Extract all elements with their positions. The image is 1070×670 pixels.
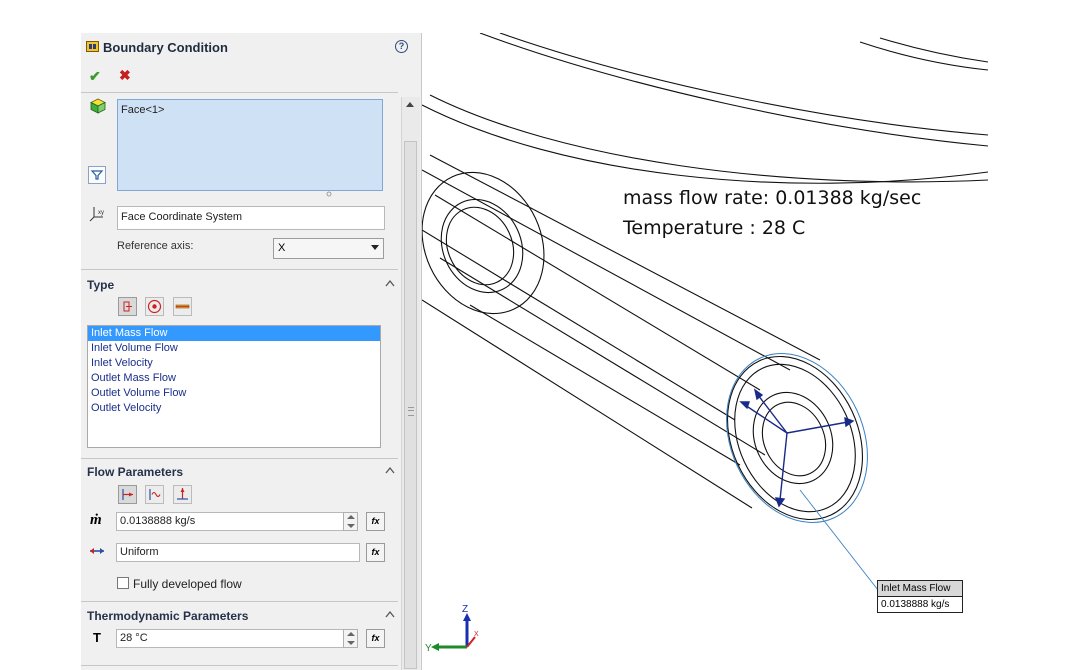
coordinate-system-field[interactable]: Face Coordinate System [117, 206, 385, 230]
thermodynamic-title: Thermodynamic Parameters [87, 609, 249, 623]
triad-x-label: X [474, 631, 479, 638]
triad-z-label: Z [462, 604, 468, 615]
panel-scrollbar[interactable] [401, 97, 420, 670]
divider [81, 601, 398, 602]
ok-button[interactable]: ✔ [89, 68, 101, 85]
list-item[interactable]: Inlet Mass Flow [88, 326, 380, 341]
grip-icon [408, 407, 414, 416]
wall-button[interactable] [173, 297, 192, 316]
triad-y-label: Y [425, 643, 432, 654]
help-icon[interactable]: ? [395, 40, 408, 53]
flow-profile-field[interactable]: Uniform [116, 543, 360, 562]
graphics-viewport[interactable]: Z Y X [422, 33, 1070, 670]
mass-flow-symbol: ṁ [90, 512, 102, 528]
reference-axis-label: Reference axis: [117, 240, 194, 252]
flow-openings-button[interactable] [118, 297, 137, 316]
cancel-button[interactable]: ✖ [119, 67, 131, 84]
callout-title: Inlet Mass Flow [878, 581, 962, 597]
svg-text:xy: xy [98, 210, 104, 216]
mass-flow-spinner[interactable] [343, 512, 358, 531]
divider [81, 269, 398, 270]
flow-profile-icon [90, 548, 104, 554]
mass-flow-input[interactable]: 0.0138888 kg/s [116, 512, 344, 531]
chevron-down-icon [371, 245, 379, 250]
property-manager-panel: Boundary Condition ? ✔ ✖ Face<1> xy Face… [81, 33, 422, 670]
panel-title: Boundary Condition [103, 40, 228, 55]
flow-opening-icon [123, 301, 132, 312]
type-section-title: Type [87, 278, 115, 292]
boundary-condition-icon [86, 41, 99, 52]
collapse-thermo-icon[interactable] [385, 610, 395, 618]
list-item[interactable]: Outlet Velocity [88, 401, 380, 416]
vector-direction-button[interactable] [173, 485, 192, 504]
mass-flow-annotation: mass flow rate: 0.01388 kg/sec [623, 187, 922, 209]
filter-button[interactable] [88, 166, 106, 184]
boundary-type-list[interactable]: Inlet Mass Flow Inlet Volume Flow Inlet … [87, 325, 381, 448]
face-selection-icon [90, 98, 106, 114]
fully-developed-label: Fully developed flow [133, 577, 242, 591]
reference-axis-select[interactable]: X [273, 238, 384, 259]
divider [81, 665, 398, 666]
fully-developed-checkbox[interactable] [117, 577, 129, 589]
normal-to-face-icon [122, 489, 133, 500]
divider [81, 92, 398, 93]
divider [81, 458, 398, 459]
list-item[interactable]: Outlet Volume Flow [88, 386, 380, 401]
list-item[interactable]: Outlet Mass Flow [88, 371, 380, 386]
temperature-fx-button[interactable]: fx [366, 629, 385, 648]
wall-icon [175, 304, 190, 309]
inlet-mass-flow-callout[interactable]: Inlet Mass Flow 0.0138888 kg/s [877, 580, 963, 613]
swirl-button[interactable] [145, 485, 164, 504]
pressure-opening-icon [147, 299, 162, 314]
list-item[interactable]: Inlet Velocity [88, 356, 380, 371]
temperature-spinner[interactable] [343, 629, 358, 648]
scroll-up-icon[interactable] [406, 102, 414, 107]
scroll-thumb[interactable] [404, 141, 417, 669]
temperature-input[interactable]: 28 °C [116, 629, 344, 648]
pressure-openings-button[interactable] [145, 297, 164, 316]
selected-faces-list[interactable]: Face<1> [117, 99, 383, 191]
mass-flow-fx-button[interactable]: fx [366, 512, 385, 531]
collapse-flow-icon[interactable] [385, 466, 395, 474]
collapse-type-icon[interactable] [385, 279, 395, 287]
resize-handle[interactable] [326, 191, 332, 197]
view-triad[interactable]: Z Y X [425, 603, 485, 663]
profile-fx-button[interactable]: fx [366, 543, 385, 562]
coordinate-system-icon: xy [89, 207, 104, 222]
flow-parameters-title: Flow Parameters [87, 465, 184, 479]
reference-axis-value: X [278, 242, 286, 254]
temperature-annotation: Temperature : 28 C [623, 217, 806, 239]
vector-direction-icon [177, 488, 188, 500]
list-item[interactable]: Inlet Volume Flow [88, 341, 380, 356]
filter-icon [90, 170, 104, 180]
pipe-model-drawing[interactable] [422, 33, 1070, 670]
swirl-icon [149, 489, 161, 500]
normal-to-face-button[interactable] [118, 485, 137, 504]
callout-value: 0.0138888 kg/s [881, 599, 950, 610]
temperature-symbol: T [93, 630, 101, 645]
